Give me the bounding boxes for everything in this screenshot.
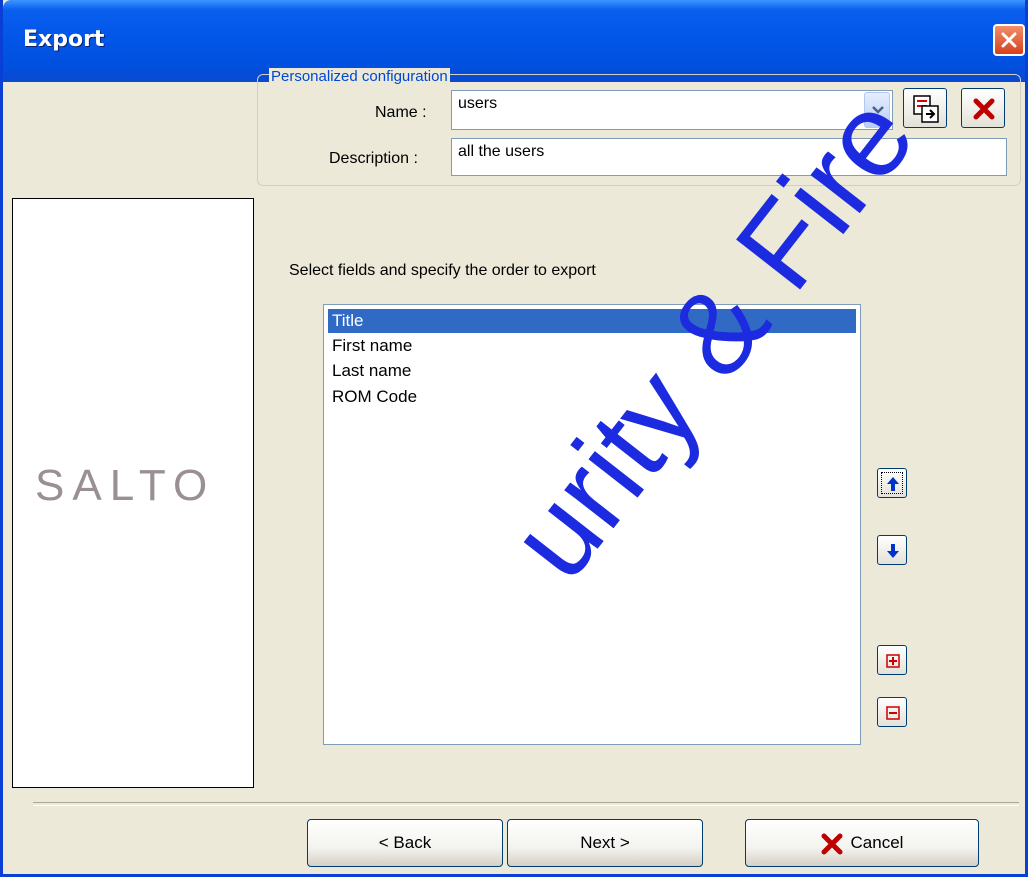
minus-icon (886, 706, 900, 720)
move-down-button[interactable] (877, 535, 907, 565)
arrow-up-icon (887, 477, 899, 491)
name-combobox[interactable]: users (451, 90, 893, 130)
cancel-button[interactable]: Cancel (745, 819, 979, 867)
salto-logo: SALTO (35, 461, 216, 510)
config-legend: Personalized configuration (269, 68, 450, 85)
list-item[interactable]: First name (328, 334, 856, 358)
close-button[interactable] (993, 24, 1025, 56)
cancel-label: Cancel (850, 833, 904, 852)
list-item[interactable]: Title (328, 309, 856, 333)
delete-config-button[interactable] (961, 88, 1005, 128)
back-label: < Back (378, 833, 432, 852)
name-dropdown-button[interactable] (864, 92, 890, 128)
save-config-button[interactable] (903, 88, 947, 128)
save-icon (913, 95, 939, 123)
description-label: Description : (329, 150, 418, 167)
back-button[interactable]: < Back (307, 819, 503, 867)
fields-instruction: Select fields and specify the order to e… (289, 262, 596, 279)
list-item[interactable]: Last name (328, 359, 856, 383)
remove-field-button[interactable] (877, 697, 907, 727)
name-label: Name : (375, 104, 427, 121)
next-label: Next > (580, 833, 630, 852)
cancel-icon (821, 833, 843, 855)
add-field-button[interactable] (877, 645, 907, 675)
next-button[interactable]: Next > (507, 819, 703, 867)
close-icon (1001, 32, 1017, 48)
footer-separator (33, 802, 1019, 806)
plus-icon (886, 654, 900, 668)
export-dialog: Export Personalized configuration Name :… (0, 0, 1028, 877)
window-title: Export (23, 27, 105, 52)
delete-icon (973, 98, 995, 120)
move-up-button[interactable] (877, 468, 907, 498)
description-field[interactable]: all the users (451, 138, 1007, 176)
logo-panel: SALTO (12, 198, 254, 788)
title-bar: Export (3, 0, 1025, 82)
list-item[interactable]: ROM Code (328, 385, 856, 409)
description-value: all the users (458, 143, 545, 160)
name-value: users (458, 95, 498, 112)
fields-listbox[interactable]: Title First name Last name ROM Code (323, 304, 861, 745)
chevron-down-icon (872, 106, 884, 114)
arrow-down-icon (887, 544, 899, 558)
